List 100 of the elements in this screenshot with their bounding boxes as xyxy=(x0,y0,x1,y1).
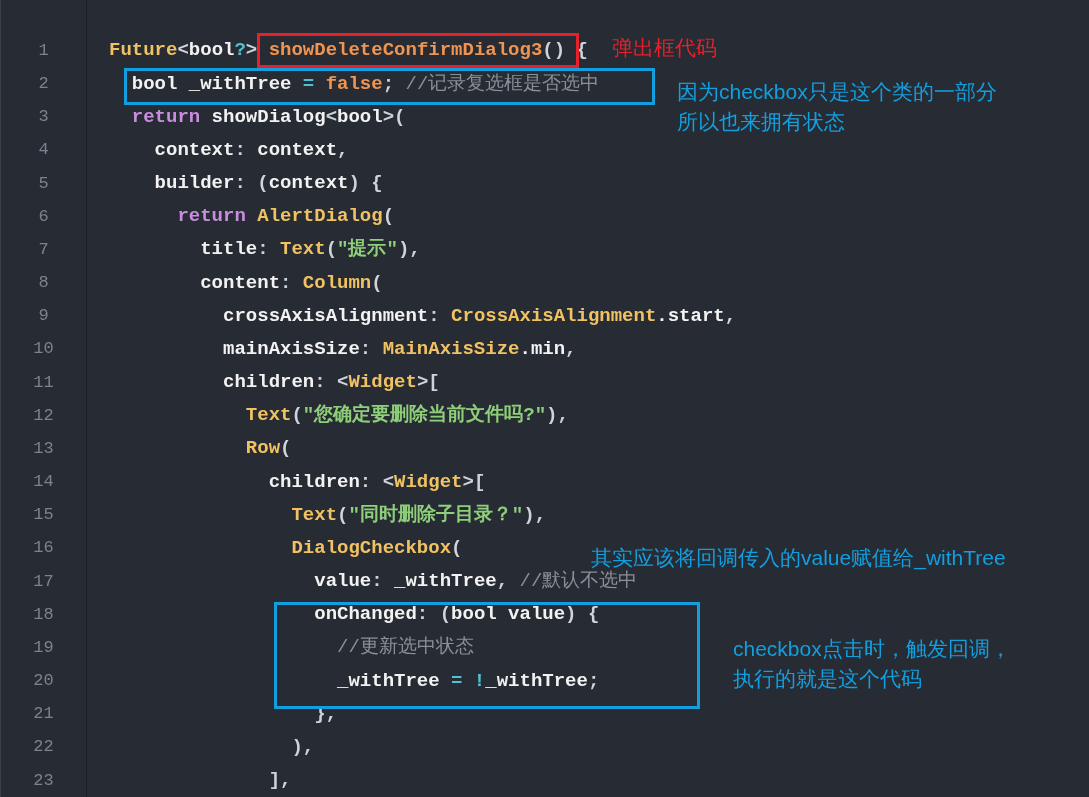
line-number: 15 xyxy=(33,504,54,527)
line-number: 21 xyxy=(33,703,54,726)
code-punctuation: : xyxy=(280,270,293,296)
code-text: mainAxisSize xyxy=(222,336,360,362)
code-type: Text xyxy=(244,403,292,429)
code-text: .start xyxy=(656,303,725,329)
code-text: showDialog xyxy=(210,104,326,130)
code-punctuation: < xyxy=(177,38,189,64)
line-number: 16 xyxy=(33,537,54,560)
code-punctuation: ( xyxy=(291,403,303,429)
code-punctuation: ; xyxy=(382,71,396,97)
code-punctuation: ), xyxy=(397,237,421,263)
code-punctuation: ) { xyxy=(565,602,600,628)
line-number: 9 xyxy=(38,305,49,328)
code-punctuation: : xyxy=(257,237,270,263)
code-text: value xyxy=(313,569,372,595)
code-text: bool _withTree xyxy=(130,71,293,97)
code-type: Widget xyxy=(394,469,463,495)
code-punctuation: , xyxy=(496,569,510,595)
code-punctuation: ), xyxy=(523,502,547,528)
code-punctuation: ( xyxy=(382,204,395,230)
code-punctuation: , xyxy=(724,303,737,329)
code-punctuation: : xyxy=(359,336,373,362)
code-text: bool value xyxy=(451,602,566,628)
code-text: bool xyxy=(337,104,383,130)
code-type: AlertDialog xyxy=(256,204,383,230)
code-text: context xyxy=(268,171,349,196)
annotation-note: checkbox点击时，触发回调， 执行的就是这个代码 xyxy=(733,636,1011,692)
code-punctuation: : ( xyxy=(234,171,269,196)
code-punctuation: ) { xyxy=(348,171,383,196)
line-number: 6 xyxy=(38,205,49,228)
code-identifier: showDeleteConfirmDialog3 xyxy=(268,38,543,64)
line-number: 12 xyxy=(33,404,54,427)
line-number: 5 xyxy=(38,172,49,195)
code-text: context xyxy=(153,137,235,163)
code-punctuation: ; xyxy=(587,668,600,694)
code-identifier: false xyxy=(324,71,383,97)
line-number: 18 xyxy=(33,603,54,626)
code-punctuation: ( xyxy=(280,436,292,462)
line-number: 13 xyxy=(33,437,54,460)
code-punctuation: : < xyxy=(359,469,395,495)
code-punctuation: , xyxy=(337,137,349,163)
code-punctuation: ), xyxy=(546,403,569,429)
code-type: Row xyxy=(244,436,281,462)
code-text: title xyxy=(199,237,258,263)
code-comment: //记录复选框是否选中 xyxy=(405,71,600,97)
code-text: context xyxy=(257,137,338,163)
code-punctuation: < xyxy=(325,104,338,130)
code-text: crossAxisAlignment xyxy=(222,303,429,329)
line-number: 19 xyxy=(33,636,54,659)
code-type: Future xyxy=(109,38,178,64)
code-punctuation: : < xyxy=(314,370,349,396)
code-punctuation: >[ xyxy=(462,469,486,495)
annotation-note: 弹出框代码 xyxy=(612,35,717,61)
code-punctuation: ( xyxy=(451,535,463,561)
annotation-note: 因为checkbox只是这个类的一部分 所以也来拥有状态 xyxy=(677,79,997,135)
line-number: 11 xyxy=(33,371,54,394)
line-number: 3 xyxy=(38,106,49,129)
code-type: MainAxisSize xyxy=(382,336,520,362)
line-number: 1 xyxy=(38,39,49,62)
code-string: "同时删除子目录？" xyxy=(348,502,524,528)
code-type: DialogCheckbox xyxy=(290,535,452,561)
code-keyword: return xyxy=(130,104,201,130)
code-text: _withTree xyxy=(485,668,588,694)
code-type: Text xyxy=(290,502,338,528)
code-punctuation: ], xyxy=(267,768,292,794)
code-operator: ? xyxy=(234,38,246,64)
code-string: "您确定要删除当前文件吗?" xyxy=(302,402,547,429)
line-number: 4 xyxy=(38,139,49,162)
code-text: builder xyxy=(153,171,235,196)
code-type: CrossAxisAlignment xyxy=(451,303,657,329)
code-text: .min xyxy=(519,336,566,362)
code-text: _withTree xyxy=(394,569,497,595)
code-punctuation: ), xyxy=(290,734,315,760)
code-text: onChanged xyxy=(313,602,417,628)
code-operator: = ! xyxy=(451,668,486,694)
code-punctuation: > xyxy=(245,38,259,64)
code-text: children xyxy=(222,370,315,396)
line-number: 10 xyxy=(33,338,54,361)
line-number: 23 xyxy=(33,769,54,792)
line-number: 2 xyxy=(38,73,49,95)
code-text: content xyxy=(199,270,281,296)
code-punctuation: : xyxy=(428,303,441,329)
code-text: bool xyxy=(188,38,235,64)
code-punctuation: >[ xyxy=(416,370,440,396)
code-keyword: return xyxy=(176,204,246,230)
code-operator: = xyxy=(302,71,315,97)
code-comment: //默认不选中 xyxy=(519,569,638,595)
code-punctuation: () { xyxy=(542,38,588,64)
annotation-note: 其实应该将回调传入的value赋值给_withTree xyxy=(591,545,1006,570)
code-type: Text xyxy=(280,237,326,263)
code-text: _withTree xyxy=(336,668,441,694)
code-string: "提示" xyxy=(337,237,398,263)
code-punctuation: >( xyxy=(382,104,406,130)
code-punctuation: : ( xyxy=(416,602,452,628)
code-punctuation: ( xyxy=(371,270,383,296)
line-number: 7 xyxy=(38,238,49,261)
line-number: 8 xyxy=(38,272,49,295)
code-punctuation: , xyxy=(565,336,577,362)
code-punctuation: : xyxy=(371,569,384,595)
